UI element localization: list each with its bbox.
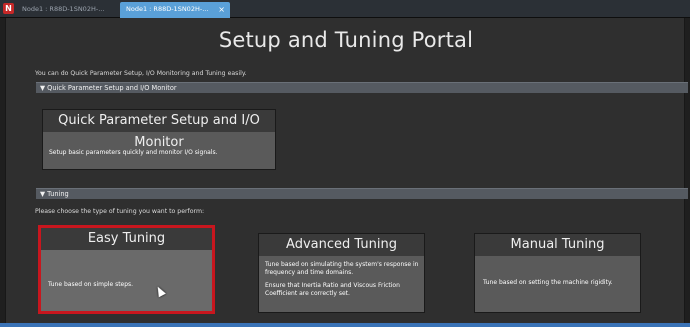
easy-tuning-title: Easy Tuning bbox=[41, 228, 212, 250]
setup-tuning-panel: Setup and Tuning Portal You can do Quick… bbox=[5, 18, 688, 323]
advanced-tuning-card[interactable]: Advanced Tuning Tune based on simulating… bbox=[258, 233, 425, 313]
quick-parameter-setup-card[interactable]: Quick Parameter Setup and I/O Monitor Se… bbox=[42, 109, 276, 170]
easy-tuning-description: Tune based on simple steps. bbox=[48, 281, 134, 288]
app-icon: N bbox=[3, 3, 14, 14]
close-icon[interactable]: × bbox=[218, 2, 225, 17]
manual-tuning-card[interactable]: Manual Tuning Tune based on setting the … bbox=[474, 233, 641, 313]
intro-text: You can do Quick Parameter Setup, I/O Mo… bbox=[35, 70, 247, 77]
page-title: Setup and Tuning Portal bbox=[218, 28, 474, 52]
manual-tuning-title: Manual Tuning bbox=[475, 234, 640, 256]
tuning-prompt: Please choose the type of tuning you wan… bbox=[35, 208, 205, 215]
quick-setup-section-header[interactable]: ▼ Quick Parameter Setup and I/O Monitor bbox=[36, 82, 688, 93]
advanced-tuning-description-2: Ensure that Inertia Ratio and Viscous Fr… bbox=[265, 282, 400, 297]
easy-tuning-card[interactable]: Easy Tuning Tune based on simple steps. bbox=[38, 225, 215, 314]
bottom-accent-line bbox=[0, 323, 690, 327]
quick-parameter-setup-description: Setup basic parameters quickly and monit… bbox=[49, 149, 218, 156]
manual-tuning-description: Tune based on setting the machine rigidi… bbox=[483, 279, 613, 286]
tuning-section-header[interactable]: ▼ Tuning bbox=[36, 188, 688, 199]
tab-node1-active[interactable]: Node1 : R88D-1SN02H-... × bbox=[120, 2, 230, 18]
tab-node1-inactive[interactable]: Node1 : R88D-1SN02H-... bbox=[16, 2, 120, 18]
advanced-tuning-description-1: Tune based on simulating the system's re… bbox=[265, 261, 419, 276]
tab-label: Node1 : R88D-1SN02H-... bbox=[126, 5, 209, 13]
advanced-tuning-description: Tune based on simulating the system's re… bbox=[265, 261, 419, 298]
advanced-tuning-title: Advanced Tuning bbox=[259, 234, 424, 256]
tab-bar: N Node1 : R88D-1SN02H-... Node1 : R88D-1… bbox=[0, 0, 690, 18]
quick-parameter-setup-title: Quick Parameter Setup and I/O Monitor bbox=[43, 110, 275, 150]
